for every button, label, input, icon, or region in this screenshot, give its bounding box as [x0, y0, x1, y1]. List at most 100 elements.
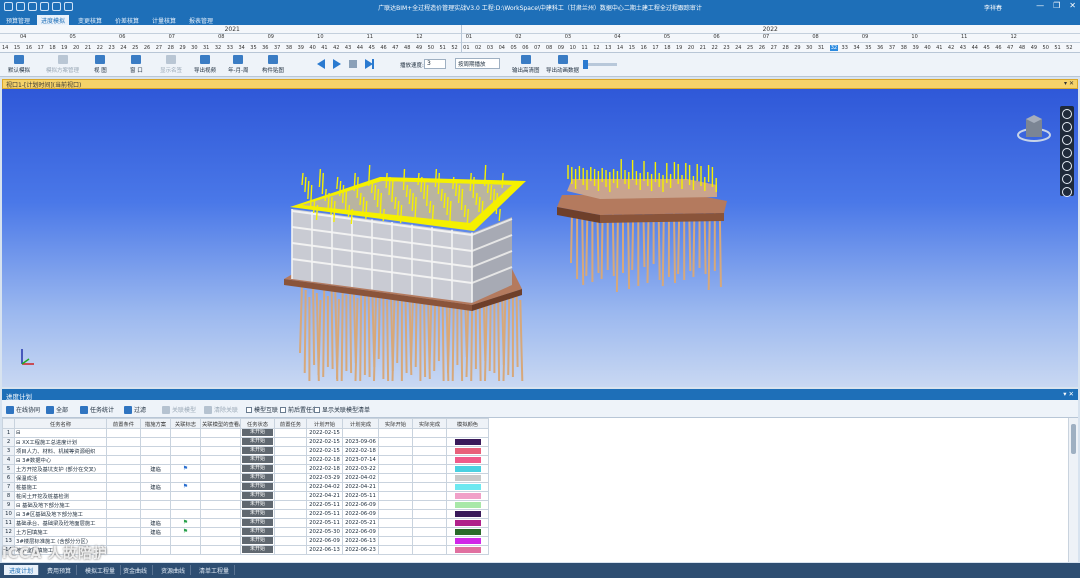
- predecessor[interactable]: [274, 472, 307, 483]
- menu-tab[interactable]: 计量核算: [148, 15, 180, 25]
- timeline-week-label[interactable]: 34: [853, 45, 859, 51]
- timeline-week-label[interactable]: 46: [995, 45, 1001, 51]
- timeline-ruler[interactable]: 04 05 06 07 08 09 10 11 12 01 02 03 04 05 06 07 08 09 10 11…: [0, 25, 1080, 53]
- plan-end[interactable]: [342, 428, 379, 438]
- table-row[interactable]: 3 项目人力、材料、机械等资源组织 未开始 2022-02-15 2022-02-18: [2, 445, 489, 456]
- timeline-week-label[interactable]: 43: [960, 45, 966, 51]
- grid-column-header[interactable]: [2, 418, 15, 429]
- plan-start[interactable]: 2022-06-13: [306, 544, 343, 555]
- timeline-week-label[interactable]: 47: [392, 45, 398, 51]
- grid-column-header[interactable]: 实际开始: [378, 418, 413, 429]
- schedule-tool-button[interactable]: 在线协同: [6, 405, 40, 414]
- timeline-week-label[interactable]: 22: [97, 45, 103, 51]
- predecessor[interactable]: [274, 463, 307, 474]
- predecessor[interactable]: [274, 544, 307, 555]
- timeline-week-label[interactable]: 37: [274, 45, 280, 51]
- actual-start[interactable]: [378, 508, 413, 519]
- timeline-week-label[interactable]: 08: [546, 45, 552, 51]
- measure-plan[interactable]: 建临: [140, 481, 171, 492]
- schedule-checkbox[interactable]: 模型互联: [246, 405, 278, 414]
- timeline-week-label[interactable]: 30: [191, 45, 197, 51]
- timeline-week-label[interactable]: 15: [14, 45, 20, 51]
- grid-column-header[interactable]: 任务状态: [240, 418, 275, 429]
- timeline-week-label[interactable]: 31: [818, 45, 824, 51]
- pre-condition[interactable]: [106, 526, 141, 537]
- sim-color[interactable]: [446, 499, 489, 510]
- timeline-week-label[interactable]: 35: [250, 45, 256, 51]
- pre-condition[interactable]: [106, 454, 141, 465]
- play-icon[interactable]: [332, 59, 342, 69]
- plan-end[interactable]: 2023-09-06: [342, 436, 379, 447]
- timeline-week-label[interactable]: 04: [499, 45, 505, 51]
- actual-end[interactable]: [412, 490, 447, 501]
- timeline-week-label[interactable]: 02: [475, 45, 481, 51]
- grid-column-header[interactable]: 任务名称: [14, 418, 107, 429]
- measure-plan[interactable]: [140, 499, 171, 510]
- table-row[interactable]: 7 桩基施工 建临 ⚑ 未开始 2022-04-02 2022-04-21: [2, 481, 489, 492]
- timeline-week-label[interactable]: 36: [262, 45, 268, 51]
- timeline-week-label[interactable]: 45: [983, 45, 989, 51]
- plan-end[interactable]: 2022-05-21: [342, 517, 379, 528]
- predecessor[interactable]: [274, 535, 307, 546]
- actual-end[interactable]: [412, 445, 447, 456]
- task-name[interactable]: 保温成活: [14, 472, 107, 483]
- grid-scrollbar[interactable]: [1068, 418, 1078, 562]
- timeline-week-label[interactable]: 41: [936, 45, 942, 51]
- timeline-week-label[interactable]: 27: [156, 45, 162, 51]
- task-name[interactable]: ⊟ 3#区基础及地下部分施工: [14, 508, 107, 519]
- timeline-week-label[interactable]: 49: [416, 45, 422, 51]
- actual-end[interactable]: [412, 508, 447, 519]
- task-name[interactable]: 项目人力、材料、机械等资源组织: [14, 445, 107, 456]
- viewport-controls[interactable]: ▾ ✕: [1064, 80, 1074, 87]
- measure-plan[interactable]: [140, 544, 171, 555]
- timeline-week-label[interactable]: 17: [652, 45, 658, 51]
- timeline-week-label[interactable]: 27: [771, 45, 777, 51]
- timeline-week-label[interactable]: 39: [912, 45, 918, 51]
- toolbar-button[interactable]: 构件贴图: [262, 55, 284, 74]
- actual-end[interactable]: [412, 472, 447, 483]
- timeline-week-label[interactable]: 31: [203, 45, 209, 51]
- actual-start[interactable]: [378, 463, 413, 474]
- plan-end[interactable]: 2022-05-11: [342, 490, 379, 501]
- timeline-week-label[interactable]: 28: [782, 45, 788, 51]
- table-row[interactable]: 11 基础承台、基础梁及砼地面层施工 建临 ⚑ 未开始 2022-05-11 2022-0…: [2, 517, 489, 528]
- timeline-week-label[interactable]: 05: [510, 45, 516, 51]
- task-name[interactable]: ⊟: [14, 428, 107, 438]
- playback-mode-select[interactable]: 按周期播放: [455, 58, 500, 69]
- plan-end[interactable]: 2022-06-09: [342, 508, 379, 519]
- grid-column-header[interactable]: 实际完成: [412, 418, 447, 429]
- close-icon[interactable]: ✕: [1069, 1, 1076, 10]
- timeline-week-label[interactable]: 30: [806, 45, 812, 51]
- table-row[interactable]: 4 ⊟ 3#数据中心 未开始 2022-02-18 2023-07-14: [2, 454, 489, 465]
- timeline-week-label[interactable]: 33: [842, 45, 848, 51]
- timeline-week-label[interactable]: 26: [759, 45, 765, 51]
- grid-column-header[interactable]: 模拟颜色: [446, 418, 489, 429]
- pre-condition[interactable]: [106, 535, 141, 546]
- predecessor[interactable]: [274, 445, 307, 456]
- timeline-week-label[interactable]: 25: [747, 45, 753, 51]
- bottom-tab[interactable]: 资源曲线: [156, 565, 192, 575]
- timeline-week-label[interactable]: 49: [1031, 45, 1037, 51]
- actual-end[interactable]: [412, 436, 447, 447]
- scrollbar-thumb[interactable]: [1071, 424, 1076, 454]
- measure-plan[interactable]: [140, 508, 171, 519]
- task-name[interactable]: 桩基施工: [14, 481, 107, 492]
- timeline-week-label[interactable]: 40: [309, 45, 315, 51]
- toolbar-button[interactable]: 视 图: [94, 55, 107, 74]
- timeline-week-label[interactable]: 01: [463, 45, 469, 51]
- toolbar-button[interactable]: 导出视频: [194, 55, 216, 74]
- timeline-week-label[interactable]: 44: [357, 45, 363, 51]
- plan-start[interactable]: 2022-02-15: [306, 436, 343, 447]
- plan-end[interactable]: 2022-02-18: [342, 445, 379, 456]
- timeline-week-label[interactable]: 38: [901, 45, 907, 51]
- timeline-week-label[interactable]: 13: [605, 45, 611, 51]
- timeline-week-label[interactable]: 24: [120, 45, 126, 51]
- sim-color[interactable]: [446, 526, 489, 537]
- table-row[interactable]: 2 ⊟ XX工程施工总进度计划 未开始 2022-02-15 2023-09-06: [2, 436, 489, 447]
- grid-column-header[interactable]: 前置条件: [106, 418, 141, 429]
- sim-color[interactable]: [446, 445, 489, 456]
- pre-condition[interactable]: [106, 481, 141, 492]
- menu-tab[interactable]: 变更核算: [74, 15, 106, 25]
- maximize-icon[interactable]: ❐: [1053, 1, 1060, 10]
- sim-color[interactable]: [446, 544, 489, 555]
